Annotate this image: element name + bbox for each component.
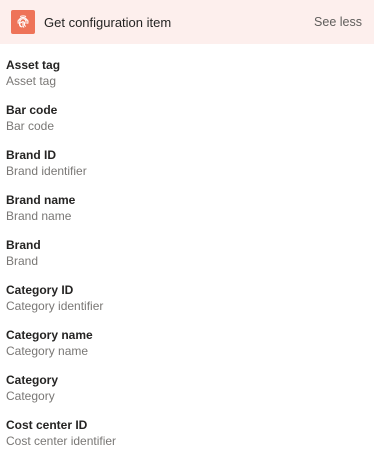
list-item[interactable]: Cost center ID Cost center identifier — [0, 417, 374, 450]
item-description: Category — [6, 389, 55, 403]
item-description: Category identifier — [6, 299, 104, 313]
list-item[interactable]: Category ID Category identifier — [0, 282, 374, 327]
fingerprint-icon — [11, 10, 35, 34]
item-name: Bar code — [6, 103, 58, 117]
item-name: Brand name — [6, 193, 76, 207]
action-title: Get configuration item — [44, 14, 172, 30]
item-name: Cost center ID — [6, 418, 88, 432]
item-description: Asset tag — [6, 74, 57, 88]
item-description: Category name — [6, 344, 89, 358]
list-item[interactable]: Brand Brand — [0, 237, 374, 282]
item-name: Category ID — [6, 283, 74, 297]
item-description: Bar code — [6, 119, 55, 133]
list-item[interactable]: Bar code Bar code — [0, 102, 374, 147]
list-item[interactable]: Brand ID Brand identifier — [0, 147, 374, 192]
see-less-link[interactable]: See less — [314, 15, 363, 29]
dynamic-content-list: Asset tag Asset tag Bar code Bar code Br… — [0, 44, 374, 450]
item-description: Cost center identifier — [6, 434, 117, 448]
item-description: Brand name — [6, 209, 72, 223]
item-name: Asset tag — [6, 58, 61, 72]
item-name: Brand ID — [6, 148, 57, 162]
dynamic-content-panel: Get configuration item See less Asset ta… — [0, 0, 374, 450]
item-name: Brand — [6, 238, 41, 252]
list-item[interactable]: Brand name Brand name — [0, 192, 374, 237]
item-description: Brand — [6, 254, 39, 268]
item-name: Category — [6, 373, 59, 387]
action-header: Get configuration item See less — [0, 0, 374, 44]
item-name: Category name — [6, 328, 93, 342]
item-description: Brand identifier — [6, 164, 87, 178]
list-item[interactable]: Category Category — [0, 372, 374, 417]
list-item[interactable]: Asset tag Asset tag — [0, 57, 374, 102]
list-item[interactable]: Category name Category name — [0, 327, 374, 372]
